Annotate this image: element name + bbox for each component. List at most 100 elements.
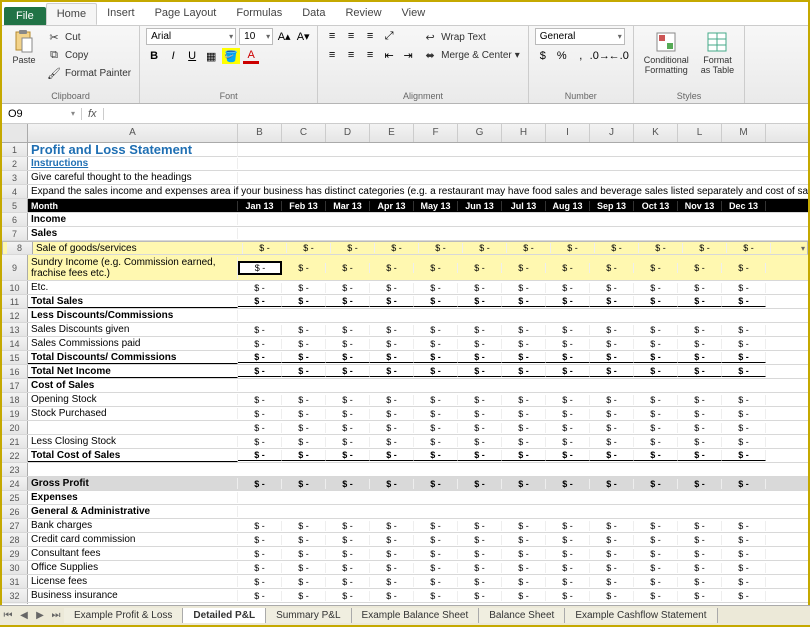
cell[interactable]: $ -	[458, 263, 502, 273]
cell[interactable]: Credit card commission	[28, 534, 238, 545]
cell[interactable]: $ -	[414, 339, 458, 349]
cell[interactable]: $ -	[326, 423, 370, 433]
cell[interactable]: $ -	[683, 243, 727, 253]
font-color-button[interactable]: A	[243, 48, 259, 64]
cell[interactable]: Consultant fees	[28, 548, 238, 559]
cell[interactable]: $ -	[590, 366, 634, 377]
cell[interactable]: $ -	[546, 395, 590, 405]
sheet-tab[interactable]: Balance Sheet	[479, 608, 565, 623]
row-header[interactable]: 4	[2, 185, 28, 198]
cell[interactable]: $ -	[722, 591, 766, 601]
cell[interactable]: $ -	[502, 577, 546, 587]
comma-icon[interactable]: ,	[573, 48, 589, 64]
cell[interactable]: $ -	[370, 325, 414, 335]
cell[interactable]: $ -	[678, 521, 722, 531]
sheet-tab[interactable]: Example Cashflow Statement	[565, 608, 717, 623]
cell[interactable]: $ -	[634, 352, 678, 363]
cut-button[interactable]: ✂Cut	[44, 28, 133, 46]
cell[interactable]: $ -	[287, 243, 331, 253]
cell[interactable]: $ -	[546, 366, 590, 377]
tab-insert[interactable]: Insert	[97, 3, 145, 25]
cell[interactable]: $ -	[678, 339, 722, 349]
cell[interactable]: Total Sales	[28, 296, 238, 308]
row-header[interactable]: 16	[2, 365, 28, 378]
cell[interactable]: $ -	[282, 409, 326, 419]
tab-page-layout[interactable]: Page Layout	[145, 3, 227, 25]
cell[interactable]: $ -	[238, 437, 282, 447]
cell[interactable]: Income	[28, 214, 238, 225]
cell[interactable]: Expenses	[28, 492, 238, 503]
cell[interactable]: $ -	[590, 409, 634, 419]
increase-decimal-icon[interactable]: .0→	[592, 48, 608, 64]
cell[interactable]: $ -	[370, 450, 414, 461]
cell[interactable]: $ -	[678, 395, 722, 405]
cell[interactable]: Jan 13	[238, 201, 282, 211]
cell[interactable]: $ -	[590, 549, 634, 559]
cell[interactable]: $ -	[502, 395, 546, 405]
cell[interactable]: $ -	[722, 325, 766, 335]
cell[interactable]: $ -	[507, 243, 551, 253]
cell[interactable]: $ -	[326, 549, 370, 559]
cell[interactable]: $ -	[370, 591, 414, 601]
cell[interactable]: $ -	[326, 352, 370, 363]
cell[interactable]: $ -	[282, 423, 326, 433]
cell[interactable]: General & Administrative	[28, 506, 238, 517]
cell[interactable]: $ -	[282, 563, 326, 573]
cell[interactable]: $ -	[502, 423, 546, 433]
table-row[interactable]: 26General & Administrative	[2, 505, 808, 519]
cell[interactable]: $ -	[722, 283, 766, 293]
cell[interactable]: $ -	[414, 366, 458, 377]
cell[interactable]: $ -	[722, 339, 766, 349]
cell[interactable]: $ -	[414, 437, 458, 447]
cell[interactable]: $ -	[238, 339, 282, 349]
cell[interactable]: Bank charges	[28, 520, 238, 531]
cell[interactable]: $ -	[238, 479, 282, 489]
cell[interactable]: $ -	[590, 535, 634, 545]
cell[interactable]: $ -	[282, 283, 326, 293]
cell[interactable]: $ -	[546, 549, 590, 559]
cell[interactable]: $ -	[502, 352, 546, 363]
align-left-icon[interactable]: ≡	[324, 47, 340, 63]
sheet-nav-prev[interactable]: ◀	[16, 610, 32, 621]
cell[interactable]: $ -	[326, 535, 370, 545]
cell[interactable]: $ -	[502, 366, 546, 377]
cell[interactable]: $ -	[502, 563, 546, 573]
cell[interactable]: $ -	[238, 283, 282, 293]
cell[interactable]: $ -	[678, 479, 722, 489]
table-row[interactable]: 18Opening Stock$ -$ -$ -$ -$ -$ -$ -$ -$…	[2, 393, 808, 407]
cell[interactable]: $ -	[722, 577, 766, 587]
column-header[interactable]: F	[414, 124, 458, 142]
table-row[interactable]: 7Sales	[2, 227, 808, 241]
cell[interactable]: $ -	[370, 283, 414, 293]
italic-button[interactable]: I	[165, 48, 181, 64]
column-header[interactable]: D	[326, 124, 370, 142]
cell[interactable]: $ -	[502, 450, 546, 461]
row-header[interactable]: 26	[2, 505, 28, 518]
cell[interactable]: $ -	[370, 535, 414, 545]
cell[interactable]: May 13	[414, 201, 458, 211]
cell[interactable]: Month	[28, 201, 238, 211]
column-header[interactable]: B	[238, 124, 282, 142]
cell[interactable]: $ -	[634, 366, 678, 377]
cell[interactable]: Stock Purchased	[28, 408, 238, 419]
cell[interactable]: $ -	[326, 366, 370, 377]
row-header[interactable]: 20	[2, 421, 28, 434]
cell[interactable]: $ -	[238, 423, 282, 433]
row-header[interactable]: 17	[2, 379, 28, 392]
row-header[interactable]: 9	[2, 255, 28, 280]
cell[interactable]: $ -	[238, 535, 282, 545]
table-row[interactable]: 4Expand the sales income and expenses ar…	[2, 185, 808, 199]
cell[interactable]: $ -	[722, 563, 766, 573]
cell[interactable]: $ -	[458, 325, 502, 335]
column-header[interactable]: G	[458, 124, 502, 142]
cell[interactable]: $ -	[590, 521, 634, 531]
table-row[interactable]: 8Sale of goods/services$ -$ -$ -$ -$ -$ …	[2, 241, 808, 255]
cell[interactable]: Expand the sales income and expenses are…	[28, 186, 238, 197]
cell[interactable]: $ -	[326, 263, 370, 273]
cell[interactable]: $ -	[678, 563, 722, 573]
cell[interactable]: $ -	[370, 563, 414, 573]
fx-label[interactable]: fx	[82, 108, 104, 120]
cell[interactable]: $ -	[414, 296, 458, 307]
cell[interactable]: $ -	[282, 325, 326, 335]
cell[interactable]: $ -	[238, 549, 282, 559]
